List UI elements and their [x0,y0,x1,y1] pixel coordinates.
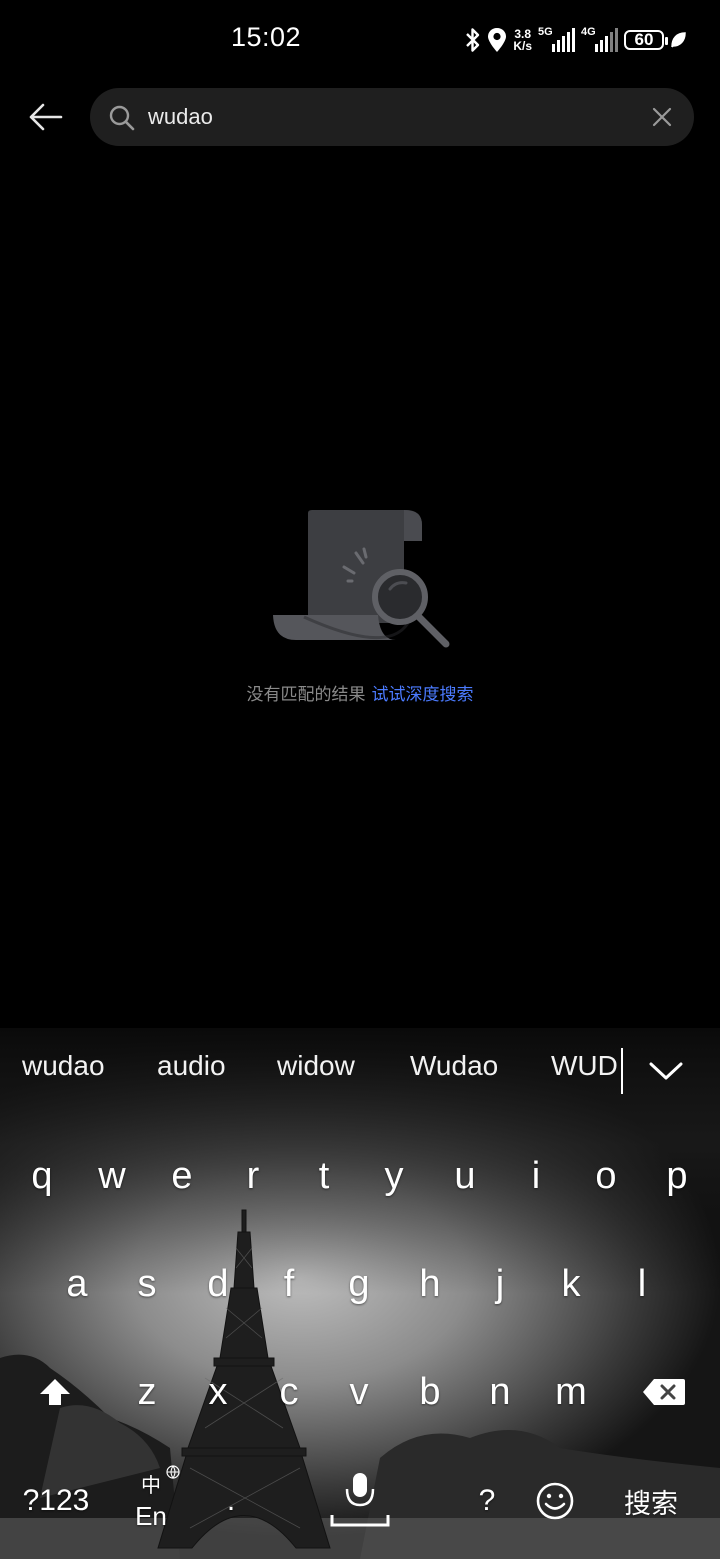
key-l[interactable]: l [609,1242,675,1326]
leaf-icon [670,31,686,49]
key-x[interactable]: x [185,1350,251,1434]
network-speed: 3.8 K/s [513,28,532,52]
shift-arrow-icon [40,1379,70,1405]
key-g[interactable]: g [326,1242,392,1326]
bluetooth-icon [465,27,481,53]
lang-key-bottom-label: En [135,1501,167,1531]
key-j[interactable]: j [467,1242,533,1326]
key-d[interactable]: d [185,1242,251,1326]
search-icon [109,105,135,131]
suggestion-item[interactable]: audio [157,1050,226,1082]
no-results-illustration [273,510,450,648]
suggestion-item[interactable]: WUD [551,1050,618,1082]
key-h[interactable]: h [397,1242,463,1326]
battery-icon: 60 [624,30,668,50]
status-bar: 15:02 3.8 K/s 5G 4G 60 [0,0,720,80]
key-t[interactable]: t [291,1134,357,1218]
back-button[interactable] [22,94,68,140]
soft-keyboard: wudao audio widow Wudao WUD q w e r t y … [0,1028,720,1559]
language-switch-key[interactable]: 中 En [118,1459,184,1543]
microphone-icon [330,1473,390,1527]
key-z[interactable]: z [114,1350,180,1434]
shift-key[interactable] [22,1350,88,1434]
suggestion-bar: wudao audio widow Wudao WUD [0,1028,720,1110]
suggestion-item[interactable]: Wudao [410,1050,498,1082]
expand-suggestions-button[interactable] [644,1052,688,1090]
key-e[interactable]: e [149,1134,215,1218]
key-s[interactable]: s [114,1242,180,1326]
key-q[interactable]: q [9,1134,75,1218]
key-c[interactable]: c [256,1350,322,1434]
backspace-icon [643,1379,685,1405]
battery-level: 60 [634,30,654,49]
sim1-label: 5G [538,26,553,38]
space-voice-key[interactable] [275,1459,445,1543]
key-o[interactable]: o [573,1134,639,1218]
lang-key-top-label: 中 [141,1475,161,1497]
status-time: 15:02 [231,22,302,52]
status-icons: 3.8 K/s 5G 4G 60 [465,24,686,56]
arrow-left-icon [29,103,63,131]
question-mark-key[interactable]: ? [454,1459,520,1543]
sim2-label: 4G [581,26,596,38]
deep-search-link[interactable]: 试试深度搜索 [372,685,474,704]
empty-state-message: 没有匹配的结果 试试深度搜索 [0,680,720,705]
period-key[interactable]: . [198,1459,264,1543]
emoji-key[interactable] [522,1459,588,1543]
key-i[interactable]: i [503,1134,569,1218]
key-p[interactable]: p [644,1134,710,1218]
backspace-key[interactable] [628,1350,700,1434]
emoji-icon [536,1482,574,1520]
text-cursor [621,1048,623,1094]
key-b[interactable]: b [397,1350,463,1434]
key-a[interactable]: a [44,1242,110,1326]
key-u[interactable]: u [432,1134,498,1218]
globe-icon [166,1465,180,1479]
search-action-key[interactable]: 搜索 [606,1459,696,1543]
close-icon [652,107,672,127]
sim2-signal-icon: 4G [581,26,618,52]
symbols-key[interactable]: ?123 [10,1459,102,1543]
key-n[interactable]: n [467,1350,533,1434]
suggestion-item[interactable]: wudao [22,1050,105,1082]
key-k[interactable]: k [538,1242,604,1326]
key-v[interactable]: v [326,1350,392,1434]
suggestion-item[interactable]: widow [277,1050,355,1082]
chevron-down-icon [649,1062,683,1080]
key-r[interactable]: r [220,1134,286,1218]
net-speed-unit: K/s [513,39,532,53]
key-y[interactable]: y [361,1134,427,1218]
key-m[interactable]: m [538,1350,604,1434]
search-bar[interactable] [90,88,694,146]
search-input[interactable] [148,88,618,146]
key-w[interactable]: w [79,1134,145,1218]
no-results-text: 没有匹配的结果 [246,685,366,704]
location-icon [487,27,507,53]
clear-search-button[interactable] [648,103,676,131]
key-f[interactable]: f [256,1242,322,1326]
sim1-signal-icon: 5G [538,26,575,52]
